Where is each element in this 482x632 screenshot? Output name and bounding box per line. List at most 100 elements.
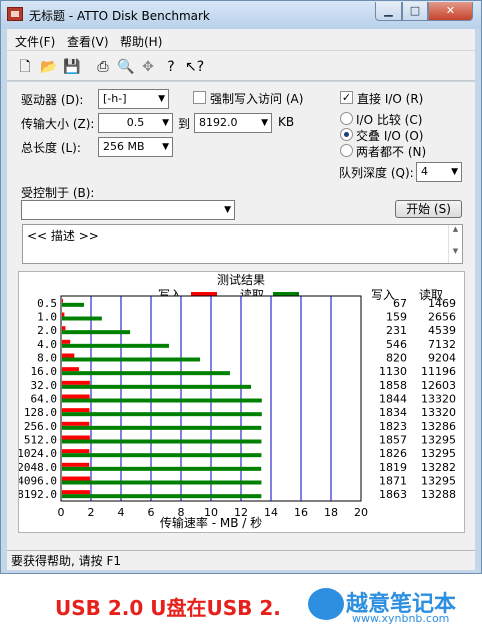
write-value: 820 bbox=[386, 352, 407, 365]
write-bar bbox=[62, 353, 75, 358]
window-title: 无标题 - ATTO Disk Benchmark bbox=[29, 9, 210, 23]
x-tick-label: 18 bbox=[324, 506, 338, 519]
move-icon[interactable]: ✥ bbox=[140, 59, 156, 75]
read-value: 7132 bbox=[428, 338, 456, 351]
neither-label: 两者都不 (N) bbox=[356, 145, 427, 159]
results-title: 测试结果 bbox=[217, 272, 265, 287]
write-bar bbox=[62, 435, 90, 440]
menu-view[interactable]: 查看(V) bbox=[67, 33, 109, 50]
read-bar bbox=[62, 453, 262, 458]
write-bar bbox=[62, 408, 90, 413]
total-length-label: 总长度 (L): bbox=[21, 141, 81, 155]
io-compare-radio[interactable] bbox=[340, 112, 353, 125]
direct-io-checkbox[interactable]: ✓ bbox=[340, 91, 353, 104]
print-preview-icon[interactable]: 🔍 bbox=[117, 59, 134, 75]
menu-file[interactable]: 文件(F) bbox=[15, 33, 55, 50]
transfer-from-select[interactable]: 0.5 ▼ bbox=[98, 113, 173, 133]
chevron-down-icon: ▼ bbox=[451, 167, 458, 177]
watermark-url: www.xynbnb.com bbox=[352, 612, 450, 625]
x-tick-label: 4 bbox=[118, 506, 125, 519]
toolbar: 🗋 📂 💾 ⎙ 🔍 ✥ ? ↖? bbox=[7, 51, 475, 81]
app-window: 无标题 - ATTO Disk Benchmark ▁ □ ✕ 文件(F) 查看… bbox=[0, 0, 482, 574]
io-compare-label: I/O 比较 (C) bbox=[356, 113, 423, 127]
context-help-icon[interactable]: ↖? bbox=[185, 59, 204, 75]
direct-io-label: 直接 I/O (R) bbox=[357, 92, 424, 106]
controlled-by-label: 受控制于 (B): bbox=[21, 186, 95, 200]
start-button[interactable]: 开始 (S) bbox=[395, 200, 462, 218]
y-tick-label: 128.0 bbox=[24, 406, 57, 419]
write-bar bbox=[62, 312, 65, 317]
total-length-select[interactable]: 256 MB ▼ bbox=[98, 137, 173, 157]
minimize-button[interactable]: ▁ bbox=[375, 2, 402, 21]
read-value: 13320 bbox=[421, 406, 456, 419]
read-bar bbox=[62, 316, 102, 321]
app-icon bbox=[7, 7, 23, 21]
write-value: 1130 bbox=[379, 365, 407, 378]
legend-read-swatch bbox=[273, 292, 299, 296]
read-bar bbox=[62, 466, 262, 471]
save-icon[interactable]: 💾 bbox=[63, 59, 80, 75]
x-tick-label: 0 bbox=[58, 506, 65, 519]
x-tick-label: 12 bbox=[234, 506, 248, 519]
read-bar bbox=[62, 357, 201, 362]
write-bar bbox=[62, 298, 64, 303]
watermark: 越意笔记本 www.xynbnb.com bbox=[308, 584, 478, 628]
write-value: 1834 bbox=[379, 406, 407, 419]
menu-bar: 文件(F) 查看(V) 帮助(H) bbox=[7, 29, 475, 51]
read-bar bbox=[62, 343, 169, 348]
y-tick-label: 1024.0 bbox=[19, 447, 57, 460]
force-write-label: 强制写入访问 (A) bbox=[210, 92, 304, 106]
transfer-to-select[interactable]: 8192.0 ▼ bbox=[194, 113, 272, 133]
neither-radio[interactable] bbox=[340, 144, 353, 157]
overlap-io-radio[interactable] bbox=[340, 128, 353, 141]
read-value: 2656 bbox=[428, 311, 456, 324]
x-tick-label: 6 bbox=[148, 506, 155, 519]
write-bar bbox=[62, 339, 71, 344]
help-icon[interactable]: ? bbox=[163, 59, 179, 75]
y-tick-label: 32.0 bbox=[31, 379, 58, 392]
write-value: 1871 bbox=[379, 475, 407, 488]
read-bar bbox=[62, 480, 262, 485]
y-tick-label: 0.5 bbox=[37, 297, 57, 310]
queue-depth-select[interactable]: 4 ▼ bbox=[416, 162, 462, 182]
x-tick-label: 20 bbox=[354, 506, 368, 519]
description-text: << 描述 >> bbox=[27, 229, 99, 243]
print-icon[interactable]: ⎙ bbox=[95, 59, 111, 75]
new-file-icon[interactable]: 🗋 bbox=[17, 59, 33, 75]
maximize-button[interactable]: □ bbox=[402, 2, 428, 21]
write-value: 1844 bbox=[379, 393, 407, 406]
read-bar bbox=[62, 384, 252, 389]
scroll-down-icon[interactable]: ▼ bbox=[449, 247, 462, 255]
write-value: 1823 bbox=[379, 420, 407, 433]
close-button[interactable]: ✕ bbox=[428, 2, 473, 21]
x-tick-label: 2 bbox=[88, 506, 95, 519]
read-value: 11196 bbox=[421, 365, 456, 378]
chevron-down-icon: ▼ bbox=[261, 118, 268, 128]
scroll-up-icon[interactable]: ▲ bbox=[449, 225, 462, 233]
controlled-by-select[interactable]: ▼ bbox=[21, 200, 235, 220]
x-tick-label: 16 bbox=[294, 506, 308, 519]
watermark-logo-icon bbox=[308, 588, 344, 620]
chevron-down-icon: ▼ bbox=[224, 205, 231, 215]
force-write-checkbox[interactable] bbox=[193, 91, 206, 104]
results-chart: 测试结果 写入 读取 写入 读取 传输速率 - MB / 秒 0 2 4 6 8 10 12… bbox=[17, 272, 456, 530]
read-value: 9204 bbox=[428, 352, 456, 365]
read-value: 13282 bbox=[421, 461, 456, 474]
title-bar[interactable]: 无标题 - ATTO Disk Benchmark ▁ □ ✕ bbox=[1, 1, 481, 29]
write-bar bbox=[62, 421, 90, 426]
results-panel: 测试结果 写入 读取 写入 读取 传输速率 - MB / 秒 0 2 4 6 8 10 12… bbox=[17, 271, 465, 533]
description-scrollbar[interactable]: ▲ ▼ bbox=[448, 225, 462, 263]
chevron-down-icon: ▼ bbox=[162, 142, 169, 152]
read-value: 13295 bbox=[421, 447, 456, 460]
drive-select[interactable]: [-h-] ▼ bbox=[98, 89, 169, 109]
caption-text: USB 2.0 U盘在USB 2. bbox=[55, 596, 281, 620]
open-folder-icon[interactable]: 📂 bbox=[40, 59, 57, 75]
menu-help[interactable]: 帮助(H) bbox=[120, 33, 162, 50]
y-tick-label: 8192.0 bbox=[19, 488, 57, 501]
y-tick-label: 64.0 bbox=[31, 393, 58, 406]
y-tick-label: 2048.0 bbox=[19, 461, 57, 474]
read-bar bbox=[62, 412, 262, 417]
write-bar bbox=[62, 394, 90, 399]
description-box[interactable]: << 描述 >> ▲ ▼ bbox=[22, 224, 463, 264]
read-bar bbox=[62, 398, 262, 403]
